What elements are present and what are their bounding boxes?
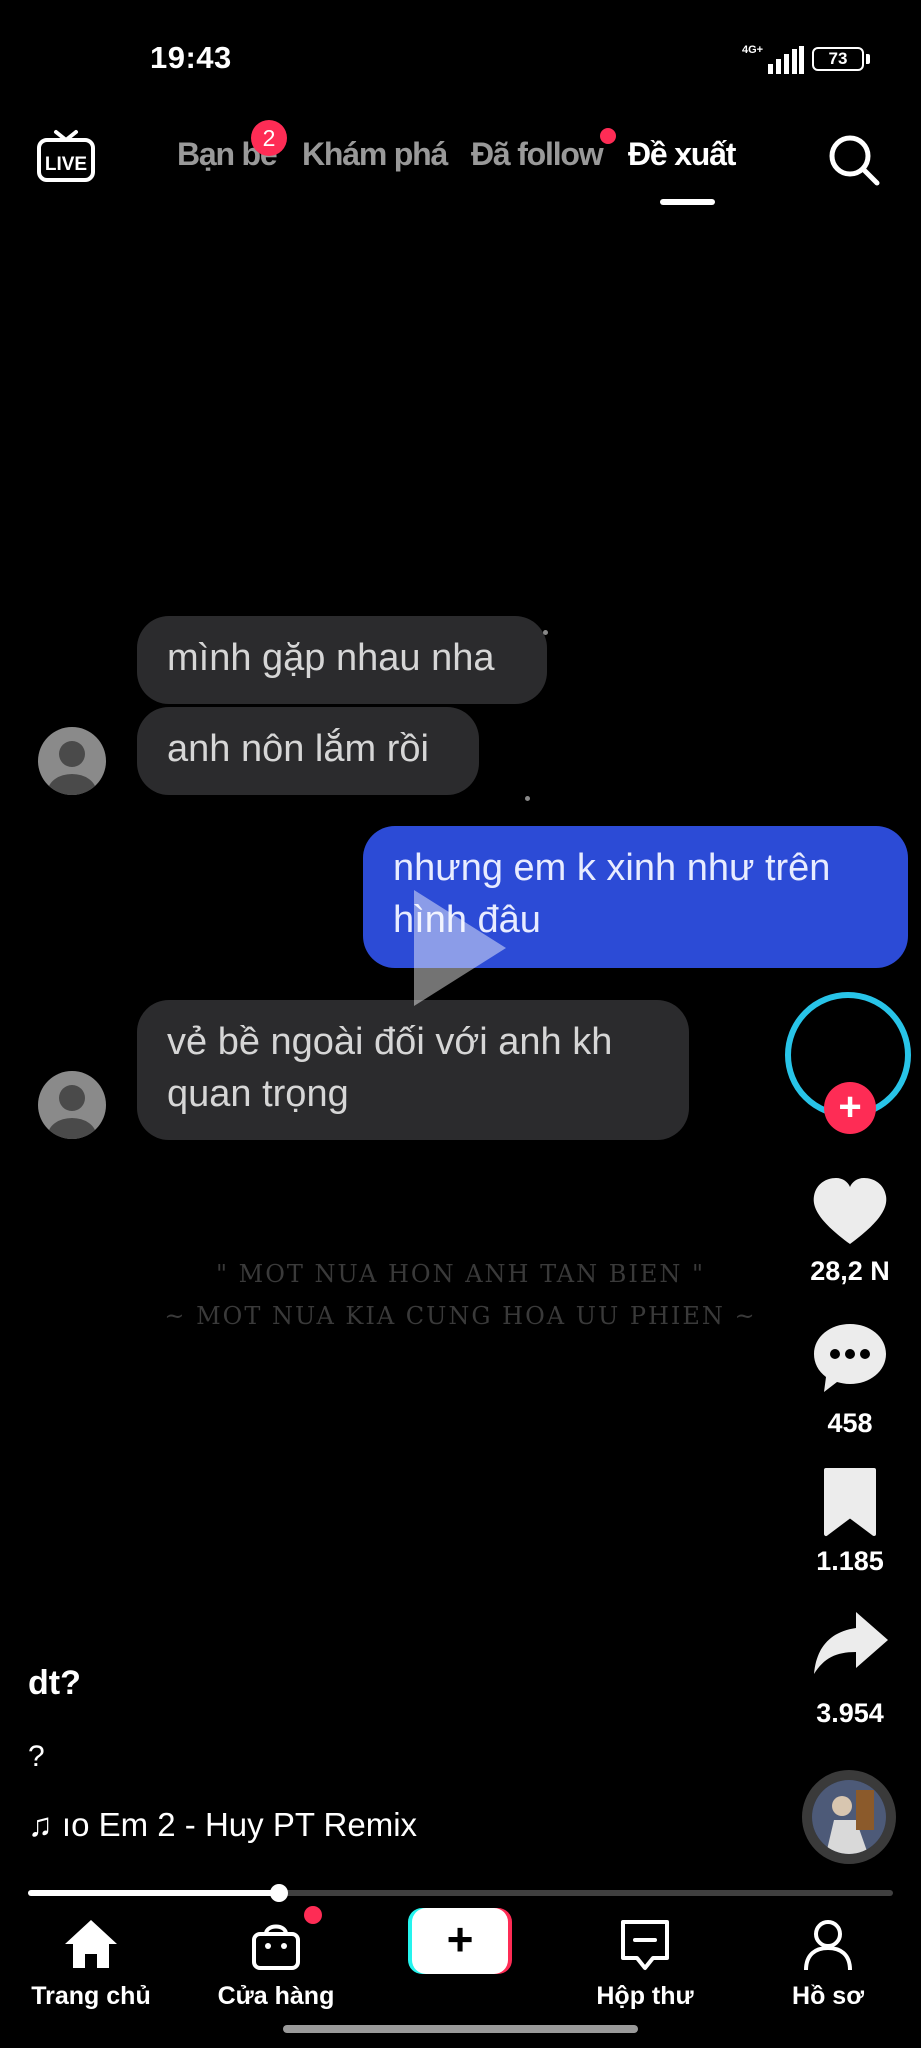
- save-count: 1.185: [816, 1546, 884, 1576]
- live-icon[interactable]: LIVE: [36, 128, 96, 184]
- chat-bubble-incoming: vẻ bề ngoài đối với anh kh quan trọng: [137, 1000, 689, 1140]
- comment-icon[interactable]: [808, 1316, 892, 1400]
- bookmark-icon[interactable]: [808, 1460, 892, 1544]
- tab-for-you[interactable]: Đề xuất: [628, 136, 736, 173]
- live-label: LIVE: [45, 154, 87, 175]
- share-count: 3.954: [816, 1698, 884, 1728]
- album-art-icon: [812, 1780, 886, 1854]
- speck: [543, 630, 548, 635]
- inbox-icon: [621, 1920, 669, 1970]
- heart-icon[interactable]: [808, 1170, 892, 1254]
- progress-knob[interactable]: [269, 1884, 288, 1902]
- tab-explore[interactable]: Khám phá: [302, 136, 448, 173]
- status-time: 19:43: [150, 40, 232, 75]
- follow-button[interactable]: +: [824, 1082, 876, 1134]
- battery-tip: [866, 54, 870, 64]
- chat-avatar: [38, 1071, 106, 1139]
- music-note-icon: ♫: [28, 1806, 53, 1843]
- music-title: ıo Em 2 - Huy PT Remix: [61, 1806, 418, 1843]
- video-description: ?: [28, 1740, 45, 1773]
- active-tab-indicator: [660, 199, 715, 205]
- nav-shop-label: Cửa hàng: [217, 1982, 335, 2010]
- lyric-line: " MOT NUA HON ANH TAN BIEN ": [215, 1260, 706, 1288]
- chat-bubble-incoming: anh nôn lắm rồi: [137, 707, 479, 795]
- progress-fill: [28, 1890, 279, 1896]
- person-icon: [48, 741, 96, 795]
- home-icon: [65, 1920, 117, 1968]
- lyric-line: ~ MOT NUA KIA CUNG HOA UU PHIEN ~: [164, 1302, 757, 1330]
- search-icon[interactable]: [826, 132, 882, 188]
- speck: [525, 796, 530, 801]
- author-name[interactable]: dt?: [28, 1664, 81, 1703]
- profile-icon: [804, 1920, 852, 1971]
- shopping-bag-icon: [252, 1924, 300, 1970]
- friends-badge: 2: [251, 120, 287, 156]
- play-icon[interactable]: [414, 890, 506, 1006]
- create-plus: +: [447, 1913, 474, 1965]
- share-icon[interactable]: [808, 1602, 892, 1686]
- following-new-dot: [600, 128, 616, 144]
- home-indicator[interactable]: [283, 2025, 638, 2033]
- network-type-label: 4G+: [742, 44, 764, 56]
- signal-icon: [768, 46, 804, 74]
- video-progress-bar[interactable]: [28, 1884, 893, 1902]
- battery-icon: 73: [812, 47, 864, 71]
- nav-inbox-label: Hộp thư: [596, 1982, 694, 2010]
- music-disc[interactable]: [802, 1770, 896, 1864]
- like-count: 28,2 N: [810, 1256, 890, 1286]
- nav-home-label: Trang chủ: [31, 1982, 151, 2010]
- music-ticker[interactable]: ♫ ıo Em 2 - Huy PT Remix: [28, 1806, 417, 1844]
- shop-new-dot: [304, 1906, 322, 1924]
- tab-following[interactable]: Đã follow: [471, 136, 604, 173]
- nav-profile-label: Hồ sơ: [792, 1982, 864, 2010]
- create-button[interactable]: +: [408, 1908, 512, 1974]
- battery-level: 73: [828, 49, 848, 68]
- person-icon: [48, 1085, 96, 1139]
- chat-bubble-incoming: mình gặp nhau nha: [137, 616, 547, 704]
- chat-avatar: [38, 727, 106, 795]
- comment-count: 458: [827, 1408, 873, 1438]
